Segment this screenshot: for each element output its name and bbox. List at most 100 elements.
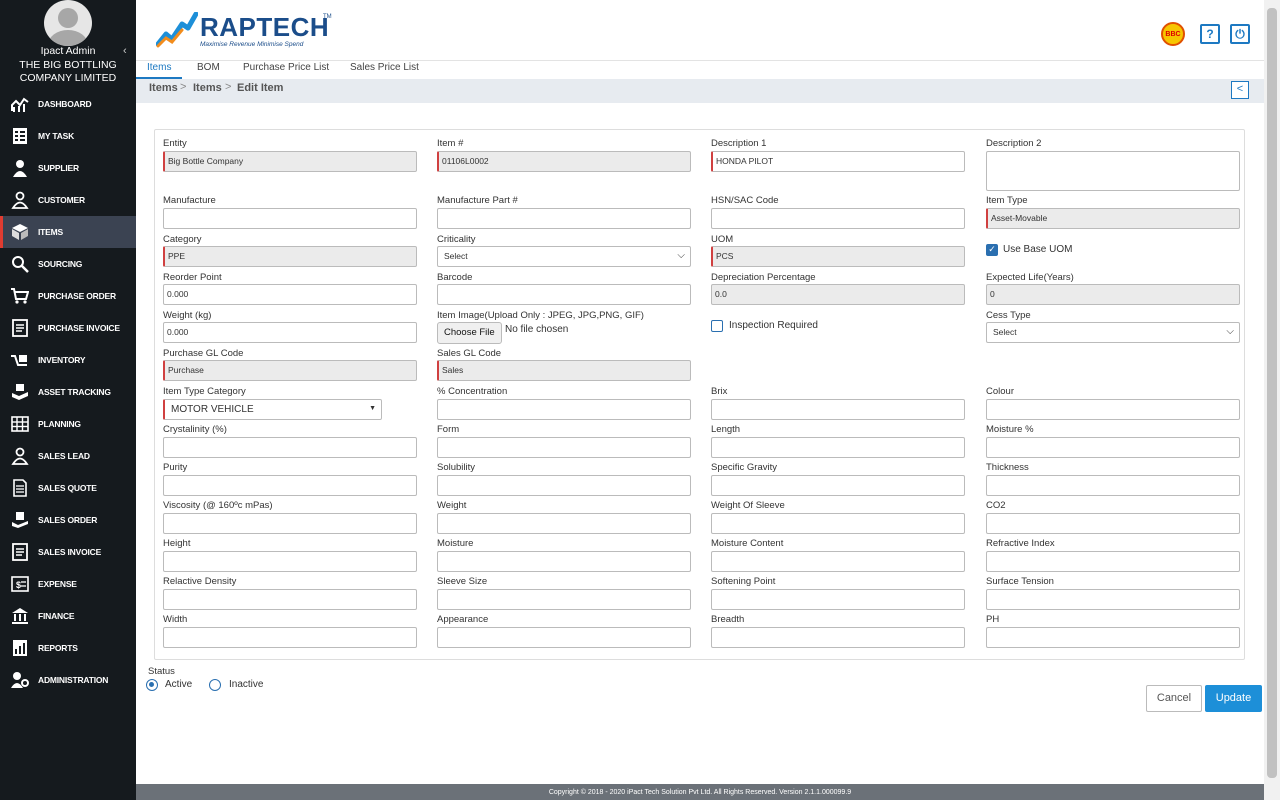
- sidebar-item-sales-order[interactable]: SALES ORDER: [0, 504, 136, 536]
- tab-items[interactable]: Items: [136, 61, 183, 79]
- avatar[interactable]: [44, 0, 92, 46]
- tab-bom[interactable]: BOM: [197, 61, 220, 79]
- weight-of-sleeve-field[interactable]: [711, 513, 965, 534]
- sidebar-item-planning[interactable]: PLANNING: [0, 408, 136, 440]
- tab-purchase-price-list[interactable]: Purchase Price List: [243, 61, 329, 79]
- cess-type-label: Cess Type: [986, 310, 1031, 321]
- status-active-radio[interactable]: [146, 679, 158, 691]
- depreciation-field[interactable]: 0.0: [711, 284, 965, 305]
- crystalinity-field[interactable]: [163, 437, 417, 458]
- entity-field[interactable]: Big Bottle Company: [163, 151, 417, 172]
- item-no-field[interactable]: 01106L0002: [437, 151, 691, 172]
- help-button[interactable]: ?: [1200, 24, 1220, 44]
- breadcrumb-item[interactable]: Items: [149, 82, 178, 94]
- sidebar-item-supplier[interactable]: SUPPLIER: [0, 152, 136, 184]
- sales-gl-field[interactable]: Sales: [437, 360, 691, 381]
- moisture-field[interactable]: [986, 437, 1240, 458]
- weight-field[interactable]: [437, 513, 691, 534]
- breadcrumb-item[interactable]: Items: [193, 82, 222, 94]
- sidebar-item-my-task[interactable]: MY TASK: [0, 120, 136, 152]
- cancel-button[interactable]: Cancel: [1146, 685, 1202, 712]
- tab-sales-price-list[interactable]: Sales Price List: [350, 61, 419, 79]
- sidebar-item-sales-lead[interactable]: SALES LEAD: [0, 440, 136, 472]
- concentration-label: % Concentration: [437, 386, 508, 397]
- sidebar-item-administration[interactable]: ADMINISTRATION: [0, 664, 136, 696]
- refractive-index-field[interactable]: [986, 551, 1240, 572]
- softening-point-field[interactable]: [711, 589, 965, 610]
- sidebar-item-asset-tracking[interactable]: ASSET TRACKING: [0, 376, 136, 408]
- surface-tension-label: Surface Tension: [986, 576, 1054, 587]
- criticality-select[interactable]: Select ⌵: [437, 246, 691, 267]
- thickness-field[interactable]: [986, 475, 1240, 496]
- manufacture-field[interactable]: [163, 208, 417, 229]
- relactive-density-field[interactable]: [163, 589, 417, 610]
- uom-field[interactable]: PCS: [711, 246, 965, 267]
- sidebar-item-purchase-invoice[interactable]: PURCHASE INVOICE: [0, 312, 136, 344]
- sidebar-item-finance[interactable]: FINANCE: [0, 600, 136, 632]
- sleeve-size-field[interactable]: [437, 589, 691, 610]
- barcode-field[interactable]: [437, 284, 691, 305]
- moisture-field[interactable]: [437, 551, 691, 572]
- viscosity-160-c-mpas-label: Viscosity (@ 160ºc mPas): [163, 500, 273, 511]
- specific-gravity-field[interactable]: [711, 475, 965, 496]
- status-inactive-radio[interactable]: [209, 679, 221, 691]
- item-type-field[interactable]: Asset-Movable: [986, 208, 1240, 229]
- reorder-field[interactable]: 0.000: [163, 284, 417, 305]
- sidebar-item-purchase-order[interactable]: PURCHASE ORDER: [0, 280, 136, 312]
- sidebar-item-expense[interactable]: $ EXPENSE: [0, 568, 136, 600]
- ph-label: PH: [986, 614, 1000, 625]
- category-field[interactable]: PPE: [163, 246, 417, 267]
- concentration-field[interactable]: [437, 399, 691, 420]
- reorder-label: Reorder Point: [163, 272, 222, 283]
- sidebar-item-sourcing[interactable]: SOURCING: [0, 248, 136, 280]
- weight-kg-field[interactable]: 0.000: [163, 322, 417, 343]
- length-field[interactable]: [711, 437, 965, 458]
- description2-textarea[interactable]: [986, 151, 1240, 191]
- purity-field[interactable]: [163, 475, 417, 496]
- purchase-gl-field[interactable]: Purchase: [163, 360, 417, 381]
- expected-life-field[interactable]: 0: [986, 284, 1240, 305]
- sidebar-item-items[interactable]: ITEMS: [0, 216, 136, 248]
- scrollbar-thumb[interactable]: [1267, 8, 1277, 778]
- company-badge[interactable]: BBC: [1161, 22, 1185, 46]
- sidebar-item-dashboard[interactable]: DASHBOARD: [0, 88, 136, 120]
- brix-field[interactable]: [711, 399, 965, 420]
- width-field[interactable]: [163, 627, 417, 648]
- viscosity-160-c-mpas-field[interactable]: [163, 513, 417, 534]
- width-label: Width: [163, 614, 188, 625]
- barcode-label: Barcode: [437, 272, 473, 283]
- colour-field[interactable]: [986, 399, 1240, 420]
- sidebar-item-inventory[interactable]: INVENTORY: [0, 344, 136, 376]
- description1-field[interactable]: HONDA PILOT: [711, 151, 965, 172]
- chevron-left-icon[interactable]: ‹: [123, 45, 127, 57]
- moisture-content-field[interactable]: [711, 551, 965, 572]
- update-button[interactable]: Update: [1205, 685, 1262, 712]
- sidebar-item-customer[interactable]: CUSTOMER: [0, 184, 136, 216]
- length-label: Length: [711, 424, 741, 435]
- appearance-field[interactable]: [437, 627, 691, 648]
- sidebar-item-sales-quote[interactable]: SALES QUOTE: [0, 472, 136, 504]
- chevron-down-icon: ⌵: [1226, 326, 1234, 337]
- sidebar-item-sales-invoice[interactable]: SALES INVOICE: [0, 536, 136, 568]
- cess-type-select[interactable]: Select ⌵: [986, 322, 1240, 343]
- crystalinity-label: Crystalinity (%): [163, 424, 227, 435]
- ph-field[interactable]: [986, 627, 1240, 648]
- uom-label: UOM: [711, 234, 734, 245]
- mfr-part-field[interactable]: [437, 208, 691, 229]
- collapse-panel-button[interactable]: <: [1231, 81, 1249, 99]
- use-base-uom-checkbox[interactable]: ✓: [986, 244, 998, 256]
- surface-tension-field[interactable]: [986, 589, 1240, 610]
- breadth-field[interactable]: [711, 627, 965, 648]
- height-field[interactable]: [163, 551, 417, 572]
- solubility-field[interactable]: [437, 475, 691, 496]
- sidebar-item-reports[interactable]: REPORTS: [0, 632, 136, 664]
- vertical-scrollbar[interactable]: [1264, 0, 1280, 800]
- sidebar-item-label: EXPENSE: [38, 579, 77, 589]
- choose-file-button[interactable]: Choose File: [437, 322, 502, 344]
- co2-field[interactable]: [986, 513, 1240, 534]
- inspection-checkbox[interactable]: [711, 320, 723, 332]
- hsn-field[interactable]: [711, 208, 965, 229]
- power-button[interactable]: ⏻: [1230, 24, 1250, 44]
- item-type-category-select[interactable]: MOTOR VEHICLE ▼: [163, 399, 382, 420]
- form-field[interactable]: [437, 437, 691, 458]
